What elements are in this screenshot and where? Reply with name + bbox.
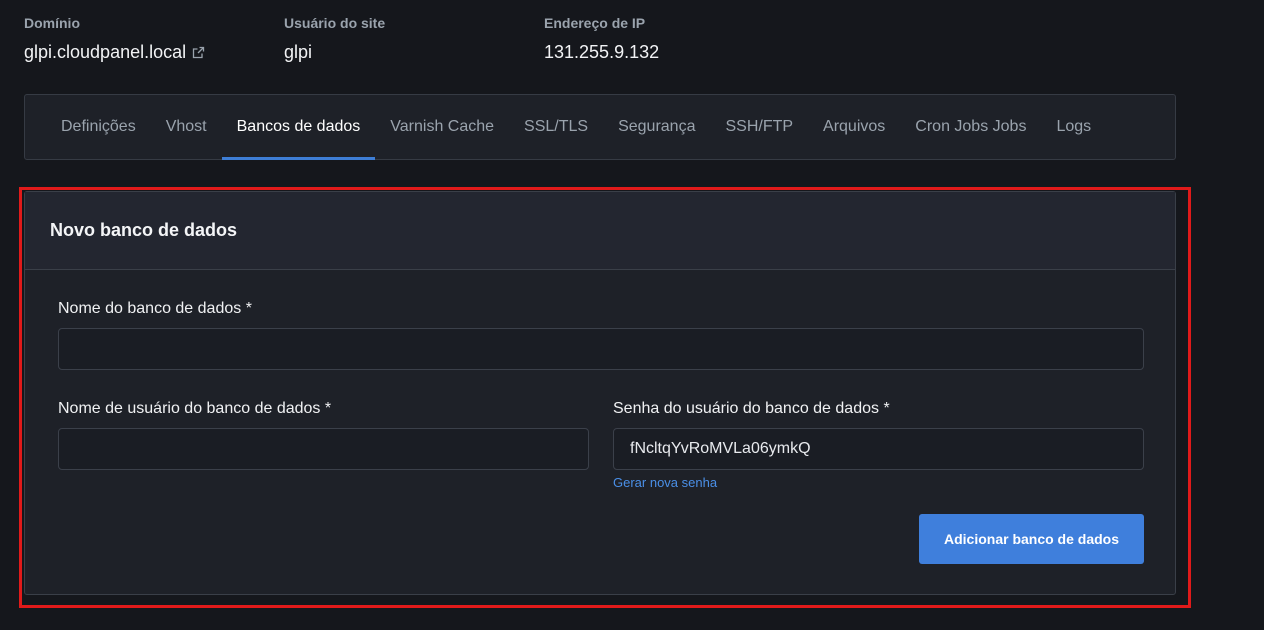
tab-ssh-ftp[interactable]: SSH/FTP <box>710 95 808 159</box>
ip-address-value: 131.255.9.132 <box>544 42 660 62</box>
add-database-button[interactable]: Adicionar banco de dados <box>919 514 1144 564</box>
tab-arquivos[interactable]: Arquivos <box>808 95 900 159</box>
site-info-header: Domínio glpi.cloudpanel.local Usuário do… <box>24 15 724 65</box>
tab-varnish-cache[interactable]: Varnish Cache <box>375 95 509 159</box>
new-database-card: Novo banco de dados Nome do banco de dad… <box>24 191 1176 595</box>
site-user-value: glpi <box>284 42 313 62</box>
site-databases-page: Domínio glpi.cloudpanel.local Usuário do… <box>0 0 1264 630</box>
tab-ssl-tls[interactable]: SSL/TLS <box>509 95 603 159</box>
tab-definicoes[interactable]: Definições <box>46 95 151 159</box>
tab-bancos-de-dados[interactable]: Bancos de dados <box>221 95 376 160</box>
db-password-input[interactable] <box>613 428 1144 470</box>
tab-seguranca[interactable]: Segurança <box>603 95 710 159</box>
ip-address-info: Endereço de IP 131.255.9.132 <box>544 15 659 63</box>
domain-info: Domínio glpi.cloudpanel.local <box>24 15 205 63</box>
db-name-label: Nome do banco de dados * <box>58 300 252 317</box>
db-name-input[interactable] <box>58 328 1144 370</box>
tab-vhost[interactable]: Vhost <box>151 95 222 159</box>
db-user-label: Nome de usuário do banco de dados * <box>58 400 332 417</box>
site-user-label: Usuário do site <box>284 15 386 31</box>
domain-value[interactable]: glpi.cloudpanel.local <box>24 41 205 63</box>
domain-text[interactable]: glpi.cloudpanel.local <box>24 41 186 63</box>
tab-logs[interactable]: Logs <box>1041 95 1106 159</box>
db-user-input[interactable] <box>58 428 589 470</box>
card-title: Novo banco de dados <box>50 220 238 240</box>
domain-label: Domínio <box>24 15 80 31</box>
external-link-icon[interactable] <box>192 46 205 59</box>
ip-address-label: Endereço de IP <box>544 15 646 31</box>
db-password-label: Senha do usuário do banco de dados * <box>613 400 890 417</box>
generate-password-link[interactable]: Gerar nova senha <box>613 475 717 490</box>
card-header: Novo banco de dados <box>25 192 1175 270</box>
tab-list: Definições Vhost Bancos de dados Varnish… <box>46 95 1106 160</box>
tab-cron-jobs[interactable]: Cron Jobs Jobs <box>900 95 1041 159</box>
site-user-info: Usuário do site glpi <box>284 15 385 63</box>
site-tabs: Definições Vhost Bancos de dados Varnish… <box>24 94 1176 160</box>
